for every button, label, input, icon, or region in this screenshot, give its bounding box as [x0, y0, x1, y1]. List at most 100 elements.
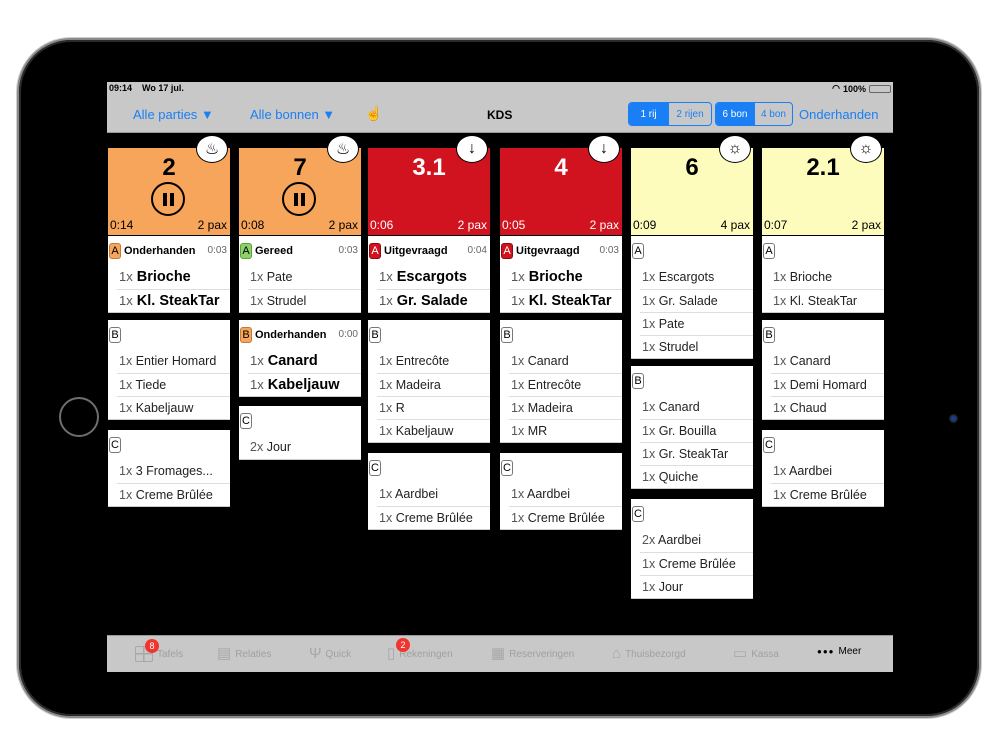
sun-icon[interactable]: ☼: [719, 135, 751, 163]
order-item[interactable]: 1x Chaud: [771, 396, 884, 419]
order-item[interactable]: 1x Gr. SteakTar: [640, 442, 753, 465]
order-item[interactable]: 1x Canard: [509, 350, 622, 373]
course-block[interactable]: A Uitgevraagd 0:04 1x Escargots 1x Gr. Salad…: [368, 236, 490, 313]
order-item[interactable]: 1x Gr. Salade: [640, 289, 753, 312]
order-item[interactable]: 1x Creme Brûlée: [640, 552, 753, 575]
course-block[interactable]: A Onderhanden 0:03 1x Brioche 1x Kl. SteakTa…: [108, 236, 230, 313]
course-block[interactable]: C 1x 3 Fromages... 1x Creme Brûlée: [108, 430, 230, 507]
order-item[interactable]: 1x Kabeljauw: [248, 373, 361, 396]
order-item[interactable]: 1x Tiede: [117, 373, 230, 396]
item-quantity: 1x: [119, 488, 133, 502]
order-item[interactable]: 1x Aardbei: [509, 483, 622, 506]
course-block[interactable]: C 1x Aardbei 1x Creme Brûlée: [762, 430, 884, 507]
tab-quick[interactable]: Ψ Quick: [309, 646, 351, 662]
order-item[interactable]: 1x R: [377, 396, 490, 419]
steam-icon[interactable]: ♨: [327, 135, 359, 163]
item-name: Aardbei: [658, 533, 702, 547]
order-item[interactable]: 2x Jour: [248, 436, 361, 459]
order-item[interactable]: 1x Brioche: [771, 266, 884, 289]
home-button[interactable]: [59, 397, 99, 437]
order-item[interactable]: 1x Aardbei: [771, 460, 884, 483]
onderhanden-link[interactable]: Onderhanden: [799, 107, 879, 122]
order-item[interactable]: 1x Creme Brûlée: [509, 506, 622, 529]
order-item[interactable]: 1x Entrecôte: [509, 373, 622, 396]
order-item[interactable]: 1x Creme Brûlée: [771, 483, 884, 506]
course-block[interactable]: C 2x Aardbei 1x Creme Brûlée 1x Jour: [631, 499, 753, 599]
order-item[interactable]: 1x Strudel: [640, 335, 753, 358]
pause-icon[interactable]: [282, 182, 316, 216]
course-block[interactable]: B 1x Canard 1x Gr. Bouilla 1x Gr. SteakTar 1…: [631, 366, 753, 489]
tab-thuisbezorgd[interactable]: ⌂ Thuisbezorgd: [612, 646, 686, 662]
order-item[interactable]: 1x Quiche: [640, 465, 753, 488]
course-block[interactable]: C 1x Aardbei 1x Creme Brûlée: [368, 453, 490, 530]
order-item[interactable]: 1x Kl. SteakTar: [771, 289, 884, 312]
course-block[interactable]: B 1x Canard 1x Demi Homard 1x Chaud: [762, 320, 884, 420]
order-item[interactable]: 1x Canard: [771, 350, 884, 373]
tab-relaties[interactable]: ▤ Relaties: [217, 646, 271, 662]
tab-reserveringen[interactable]: ▦ Reserveringen: [491, 646, 574, 662]
order-item[interactable]: 1x Canard: [640, 396, 753, 419]
touch-gesture-icon[interactable]: ☝: [365, 105, 382, 122]
order-item[interactable]: 1x Creme Brûlée: [117, 483, 230, 506]
segment-6-bon[interactable]: 6 bon: [716, 103, 754, 125]
order-item[interactable]: 1x Gr. Bouilla: [640, 419, 753, 442]
course-block[interactable]: C 2x Jour: [239, 406, 361, 460]
order-item[interactable]: 1x Madeira: [509, 396, 622, 419]
order-item[interactable]: 1x Brioche: [117, 266, 230, 289]
tab-kassa[interactable]: ▭ Kassa: [733, 646, 779, 662]
order-item[interactable]: 1x Jour: [640, 575, 753, 598]
item-name: Kl. SteakTar: [136, 293, 220, 309]
order-item[interactable]: 1x Pate: [248, 266, 361, 289]
order-item[interactable]: 1x 3 Fromages...: [117, 460, 230, 483]
course-block[interactable]: B 1x Entier Homard 1x Tiede 1x Kabeljauw: [108, 320, 230, 420]
order-item[interactable]: 1x MR: [509, 419, 622, 442]
course-header: B: [762, 320, 884, 350]
order-item[interactable]: 1x Escargots: [377, 266, 490, 289]
arrow-down-icon[interactable]: ↓: [588, 135, 620, 163]
segment-1-row[interactable]: 1 rij: [629, 103, 669, 125]
item-name: Madeira: [395, 378, 441, 392]
order-item[interactable]: 1x Madeira: [377, 373, 490, 396]
tab-tafels[interactable]: 8 Tafels: [135, 639, 183, 662]
segment-4-bon[interactable]: 4 bon: [753, 103, 792, 125]
item-quantity: 1x: [511, 401, 525, 415]
pause-icon[interactable]: [151, 182, 185, 216]
course-block[interactable]: B 1x Canard 1x Entrecôte 1x Madeira 1x MR: [500, 320, 622, 443]
course-block[interactable]: A 1x Brioche 1x Kl. SteakTar: [762, 236, 884, 313]
order-item[interactable]: 1x Kabeljauw: [117, 396, 230, 419]
status-date: Wo 17 jul.: [142, 83, 184, 93]
item-name: Entrecôte: [527, 378, 582, 392]
order-item[interactable]: 1x Escargots: [640, 266, 753, 289]
course-block[interactable]: A Gereed 0:03 1x Pate 1x Strudel: [239, 236, 361, 313]
order-item[interactable]: 1x Strudel: [248, 289, 361, 312]
order-item[interactable]: 1x Entrecôte: [377, 350, 490, 373]
order-item[interactable]: 1x Gr. Salade: [377, 289, 490, 312]
arrow-down-icon[interactable]: ↓: [456, 135, 488, 163]
sun-icon[interactable]: ☼: [850, 135, 882, 163]
course-block[interactable]: C 1x Aardbei 1x Creme Brûlée: [500, 453, 622, 530]
elapsed-time: 0:05: [502, 218, 526, 232]
order-item[interactable]: 1x Creme Brûlée: [377, 506, 490, 529]
order-item[interactable]: 1x Demi Homard: [771, 373, 884, 396]
order-item[interactable]: 1x Aardbei: [377, 483, 490, 506]
item-name: Kabeljauw: [135, 401, 194, 415]
filter-bonnen-dropdown[interactable]: Alle bonnen ▼: [250, 107, 335, 122]
order-item[interactable]: 1x Kabeljauw: [377, 419, 490, 442]
course-block[interactable]: B 1x Entrecôte 1x Madeira 1x R 1x Kabeljauw: [368, 320, 490, 443]
steam-icon[interactable]: ♨: [196, 135, 228, 163]
tab-meer[interactable]: ●●● Meer: [817, 646, 861, 657]
order-item[interactable]: 1x Pate: [640, 312, 753, 335]
order-item[interactable]: 1x Entier Homard: [117, 350, 230, 373]
course-block[interactable]: A 1x Escargots 1x Gr. Salade 1x Pate 1x Stru…: [631, 236, 753, 359]
segment-2-rows[interactable]: 2 rijen: [668, 103, 711, 125]
course-block[interactable]: A Uitgevraagd 0:03 1x Brioche 1x Kl. SteakTa…: [500, 236, 622, 313]
tab-rekeningen[interactable]: ▯ 2 Rekeningen: [387, 638, 453, 662]
item-quantity: 1x: [511, 511, 525, 525]
order-item[interactable]: 1x Canard: [248, 350, 361, 373]
order-item[interactable]: 1x Kl. SteakTar: [117, 289, 230, 312]
filter-parties-dropdown[interactable]: Alle parties ▼: [133, 107, 214, 122]
order-item[interactable]: 2x Aardbei: [640, 529, 753, 552]
order-item[interactable]: 1x Kl. SteakTar: [509, 289, 622, 312]
course-block[interactable]: B Onderhanden 0:00 1x Canard 1x Kabeljauw: [239, 320, 361, 397]
order-item[interactable]: 1x Brioche: [509, 266, 622, 289]
